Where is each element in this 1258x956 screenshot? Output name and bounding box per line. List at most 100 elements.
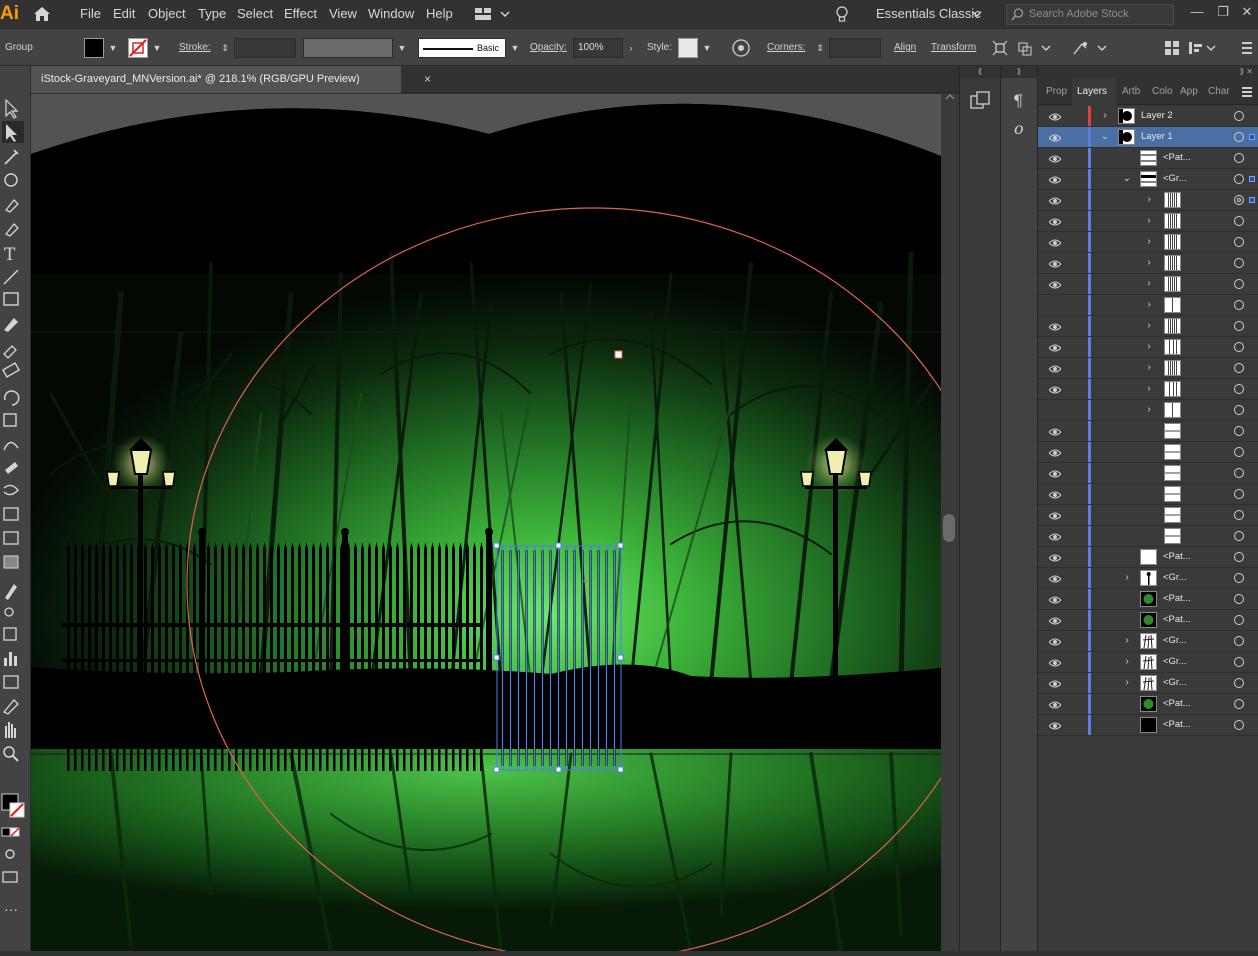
layer-row[interactable]: ⌄ Layer 1 <box>1038 127 1258 148</box>
sublayer-row[interactable]: <Pat... <box>1038 547 1258 568</box>
target-circle-icon[interactable] <box>1234 174 1244 184</box>
layer-row[interactable]: › Layer 2 <box>1038 106 1258 127</box>
visibility-eye-icon[interactable] <box>1048 173 1062 185</box>
shape-modes-icon[interactable] <box>1018 40 1054 56</box>
stroke-swatch[interactable] <box>128 38 148 58</box>
close-window-icon[interactable]: ✕ <box>1238 3 1256 21</box>
sublayer-row[interactable]: <Pat... <box>1038 715 1258 736</box>
sublayer-row[interactable]: › <Gr... <box>1038 673 1258 694</box>
brush-definition[interactable]: Basic <box>418 38 506 58</box>
puppet-warp-icon[interactable] <box>1072 40 1110 56</box>
variable-width-profile[interactable] <box>303 38 393 58</box>
target-circle-icon[interactable] <box>1234 552 1244 562</box>
visibility-eye-icon[interactable] <box>1048 656 1062 668</box>
layer-name[interactable]: <Gr... <box>1163 169 1187 189</box>
stroke-weight-stepper[interactable]: ⇕ <box>218 38 232 58</box>
visibility-eye-icon[interactable] <box>1048 551 1062 563</box>
target-circle-icon[interactable] <box>1234 405 1244 415</box>
target-circle-icon[interactable] <box>1234 720 1244 730</box>
graphic-style-swatch[interactable] <box>678 38 698 58</box>
layer-name[interactable]: <Pat... <box>1163 148 1191 168</box>
sublayer-row[interactable]: › <Gr... <box>1038 568 1258 589</box>
tab-color[interactable]: Colo <box>1152 78 1178 105</box>
sublayer-row[interactable]: › <box>1038 295 1258 316</box>
target-circle-icon[interactable] <box>1234 657 1244 667</box>
sublayer-row[interactable]: › <box>1038 190 1258 211</box>
opentype-panel-icon[interactable]: o <box>1011 118 1029 138</box>
selection-indicator[interactable] <box>1249 134 1255 140</box>
fill-swatch[interactable] <box>84 38 104 58</box>
target-circle-icon[interactable] <box>1234 153 1244 163</box>
sublayer-row[interactable]: <Pat... <box>1038 589 1258 610</box>
target-circle-icon[interactable] <box>1234 363 1244 373</box>
layers-panel-grip[interactable]: ⟫ ✕ <box>1038 66 1258 78</box>
arrange-documents-icon[interactable] <box>474 6 514 22</box>
expand-chevron-icon[interactable]: › <box>1144 190 1154 210</box>
target-circle-icon[interactable] <box>1234 510 1244 520</box>
fill-stroke-widget[interactable] <box>0 772 31 822</box>
opacity-field[interactable]: 100% <box>573 38 623 58</box>
sublayer-row[interactable] <box>1038 505 1258 526</box>
stroke-weight-field[interactable] <box>234 38 296 58</box>
menu-file[interactable]: File <box>80 6 101 21</box>
corners-label[interactable]: Corners: <box>767 42 805 53</box>
menu-object[interactable]: Object <box>148 6 186 21</box>
expand-chevron-icon[interactable]: › <box>1122 568 1132 588</box>
search-adobe-stock-input[interactable]: Search Adobe Stock <box>1006 4 1174 25</box>
expand-chevron-icon[interactable]: › <box>1100 106 1110 126</box>
visibility-eye-icon[interactable] <box>1048 698 1062 710</box>
tab-artboards[interactable]: Artb <box>1122 78 1150 105</box>
menu-select[interactable]: Select <box>237 6 273 21</box>
sublayer-row[interactable] <box>1038 421 1258 442</box>
sublayer-row[interactable]: <Pat... <box>1038 610 1258 631</box>
visibility-eye-icon[interactable] <box>1048 677 1062 689</box>
expand-chevron-icon[interactable]: › <box>1144 379 1154 399</box>
sublayer-row[interactable]: › <box>1038 253 1258 274</box>
paragraph-panel-icon[interactable]: ¶ <box>1011 90 1029 110</box>
panel-menu-icon[interactable] <box>1240 40 1254 56</box>
sublayer-row[interactable]: <Pat... <box>1038 694 1258 715</box>
target-circle-icon[interactable] <box>1234 699 1244 709</box>
panel-collapse-grip-2[interactable]: ⟫ <box>1001 66 1037 78</box>
layer-name[interactable]: <Pat... <box>1163 694 1191 714</box>
target-circle-icon[interactable] <box>1234 132 1244 142</box>
expand-chevron-icon[interactable]: › <box>1144 358 1154 378</box>
close-tab-icon[interactable]: × <box>424 66 431 93</box>
recolor-artwork-icon[interactable] <box>732 39 750 57</box>
workspace-switcher[interactable]: Essentials Classic <box>876 6 981 21</box>
target-circle-icon[interactable] <box>1234 573 1244 583</box>
layer-name[interactable]: <Pat... <box>1163 589 1191 609</box>
sublayer-row[interactable] <box>1038 484 1258 505</box>
restore-icon[interactable]: ❐ <box>1214 3 1232 21</box>
sublayer-row[interactable] <box>1038 442 1258 463</box>
layer-name[interactable]: <Gr... <box>1163 673 1187 693</box>
visibility-eye-icon[interactable] <box>1048 467 1062 479</box>
collapse-chevron-icon[interactable]: ⌄ <box>1122 169 1132 189</box>
menu-view[interactable]: View <box>329 6 357 21</box>
target-circle-icon[interactable] <box>1234 111 1244 121</box>
sublayer-row[interactable] <box>1038 526 1258 547</box>
layer-name[interactable]: <Pat... <box>1163 610 1191 630</box>
tab-appearance[interactable]: App <box>1180 78 1206 105</box>
target-circle-icon[interactable] <box>1234 321 1244 331</box>
target-circle-icon[interactable] <box>1234 195 1244 205</box>
sublayer-row[interactable] <box>1038 463 1258 484</box>
visibility-eye-icon[interactable] <box>1048 131 1062 143</box>
sublayer-row[interactable]: › <box>1038 316 1258 337</box>
layer-name[interactable]: <Gr... <box>1163 631 1187 651</box>
isolate-group-icon[interactable] <box>992 40 1008 56</box>
expand-chevron-icon[interactable]: › <box>1122 652 1132 672</box>
layer-name[interactable]: Layer 1 <box>1141 127 1173 147</box>
chevron-down-icon[interactable] <box>972 10 982 18</box>
transform-link[interactable]: Transform <box>931 42 976 53</box>
visibility-eye-icon[interactable] <box>1048 110 1062 122</box>
expand-chevron-icon[interactable]: › <box>1144 400 1154 420</box>
visibility-eye-icon[interactable] <box>1048 152 1062 164</box>
sublayer-row[interactable]: ⌄ <Gr... <box>1038 169 1258 190</box>
target-circle-icon[interactable] <box>1234 384 1244 394</box>
sublayer-row[interactable]: › <Gr... <box>1038 652 1258 673</box>
target-circle-icon[interactable] <box>1234 216 1244 226</box>
layer-name[interactable]: Layer 2 <box>1141 106 1173 126</box>
expand-chevron-icon[interactable]: › <box>1144 211 1154 231</box>
target-circle-icon[interactable] <box>1234 678 1244 688</box>
